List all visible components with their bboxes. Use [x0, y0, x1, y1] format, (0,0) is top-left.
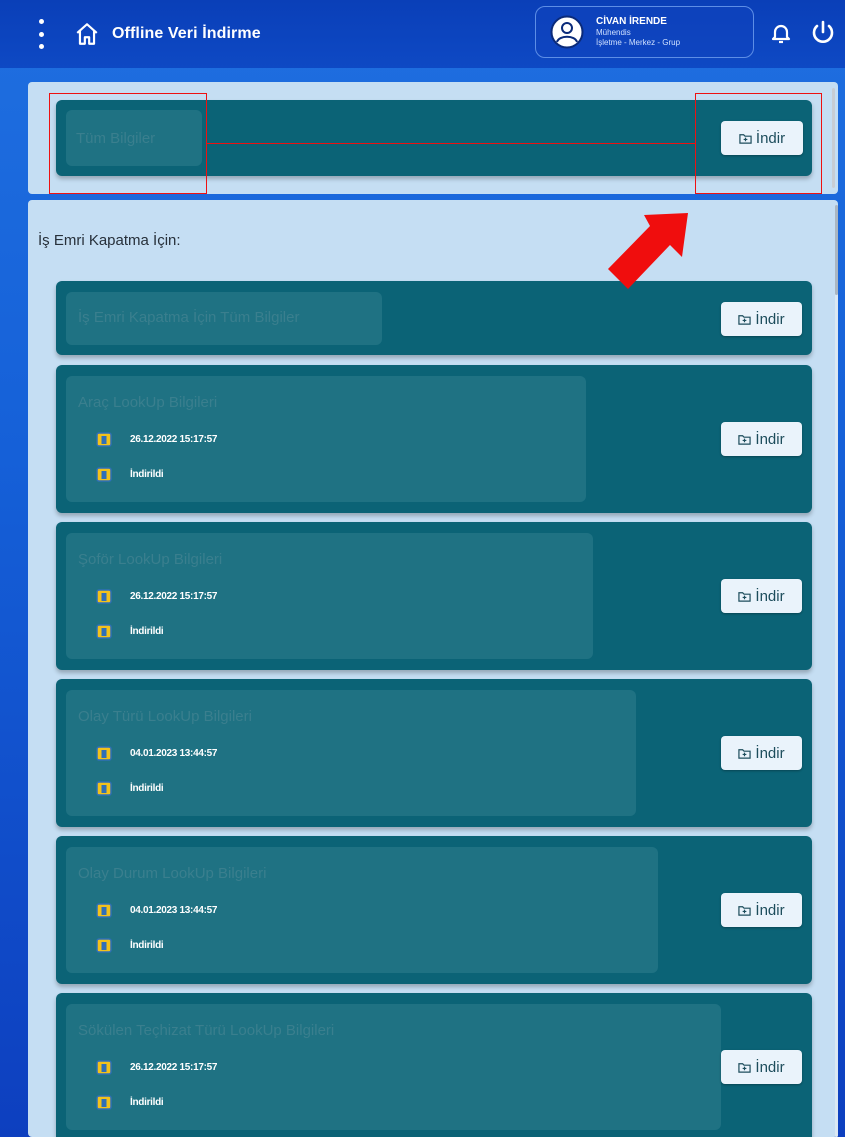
arrow-icon [608, 213, 688, 289]
folder-icon [738, 314, 752, 325]
home-icon[interactable] [74, 21, 100, 47]
download-item-button[interactable]: İndir [721, 422, 802, 456]
calendar-icon [96, 1060, 112, 1075]
user-profile-card[interactable]: CİVAN İRENDE Mühendis İşletme - Merkez -… [535, 6, 754, 58]
item-date: 26.12.2022 15:17:57 [130, 590, 218, 602]
main-scrollbar[interactable] [835, 205, 838, 1137]
item-title: Şoför LookUp Bilgileri [78, 551, 223, 568]
work-order-all-label-box: İş Emri Kapatma İçin Tüm Bilgiler [66, 292, 382, 345]
item-status: İndirildi [130, 939, 164, 951]
calendar-icon [96, 746, 112, 761]
item-info-box: Olay Türü LookUp Bilgileri 04.01.2023 13… [66, 690, 636, 816]
top-scrollbar-thumb[interactable] [832, 88, 835, 188]
download-item-button[interactable]: İndir [721, 893, 802, 927]
status-icon [96, 624, 112, 639]
download-item-label: İndir [755, 901, 785, 919]
folder-icon [738, 434, 752, 445]
status-icon [96, 467, 112, 482]
download-item-label: İndir [755, 1058, 785, 1076]
item-date: 04.01.2023 13:44:57 [130, 747, 218, 759]
folder-icon [738, 591, 752, 602]
annotation-connector-line [207, 143, 695, 144]
item-info-box: Araç LookUp Bilgileri 26.12.2022 15:17:5… [66, 376, 586, 502]
item-status: İndirildi [130, 625, 164, 637]
annotation-box-label [49, 93, 207, 194]
list-item: Sökülen Teçhizat Türü LookUp Bilgileri 2… [56, 993, 812, 1137]
user-name: CİVAN İRENDE [596, 16, 667, 27]
calendar-icon [96, 589, 112, 604]
item-title: Araç LookUp Bilgileri [78, 394, 218, 411]
download-item-label: İndir [755, 744, 785, 762]
list-item: Olay Türü LookUp Bilgileri 04.01.2023 13… [56, 679, 812, 827]
status-icon [96, 781, 112, 796]
power-icon[interactable] [809, 19, 837, 47]
item-info-box: Şoför LookUp Bilgileri 26.12.2022 15:17:… [66, 533, 593, 659]
download-item-button[interactable]: İndir [721, 1050, 802, 1084]
calendar-icon [96, 432, 112, 447]
list-item: Şoför LookUp Bilgileri 26.12.2022 15:17:… [56, 522, 812, 670]
item-date: 26.12.2022 15:17:57 [130, 433, 218, 445]
calendar-icon [96, 903, 112, 918]
item-info-box: Olay Durum LookUp Bilgileri 04.01.2023 1… [66, 847, 658, 973]
folder-icon [738, 1062, 752, 1073]
download-item-label: İndir [755, 430, 785, 448]
work-order-all-label: İş Emri Kapatma İçin Tüm Bilgiler [78, 309, 300, 326]
item-date: 26.12.2022 15:17:57 [130, 1061, 218, 1073]
folder-icon [738, 748, 752, 759]
item-status: İndirildi [130, 1096, 164, 1108]
download-item-label: İndir [755, 587, 785, 605]
annotation-box-button [695, 93, 822, 194]
item-status: İndirildi [130, 782, 164, 794]
list-item: Olay Durum LookUp Bilgileri 04.01.2023 1… [56, 836, 812, 984]
download-item-button[interactable]: İndir [721, 579, 802, 613]
download-item-button[interactable]: İndir [721, 736, 802, 770]
status-icon [96, 938, 112, 953]
item-title: Sökülen Teçhizat Türü LookUp Bilgileri [78, 1022, 335, 1039]
item-title: Olay Durum LookUp Bilgileri [78, 865, 267, 882]
download-work-order-all-button[interactable]: İndir [721, 302, 802, 336]
section-title: İş Emri Kapatma İçin: [38, 232, 181, 249]
status-icon [96, 1095, 112, 1110]
item-date: 04.01.2023 13:44:57 [130, 904, 218, 916]
download-work-order-all-label: İndir [755, 310, 785, 328]
page-title: Offline Veri İndirme [112, 25, 261, 42]
user-avatar-icon [550, 15, 584, 49]
user-role: Mühendis [596, 28, 631, 37]
user-org: İşletme - Merkez - Grup [596, 38, 681, 47]
list-item: Araç LookUp Bilgileri 26.12.2022 15:17:5… [56, 365, 812, 513]
item-title: Olay Türü LookUp Bilgileri [78, 708, 252, 725]
main-scrollbar-thumb[interactable] [835, 205, 838, 295]
item-status: İndirildi [130, 468, 164, 480]
app-header: Offline Veri İndirme CİVAN İRENDE Mühend… [0, 0, 845, 68]
item-info-box: Sökülen Teçhizat Türü LookUp Bilgileri 2… [66, 1004, 721, 1130]
folder-icon [738, 905, 752, 916]
more-menu-icon[interactable] [30, 19, 52, 49]
bell-icon[interactable] [769, 21, 793, 45]
